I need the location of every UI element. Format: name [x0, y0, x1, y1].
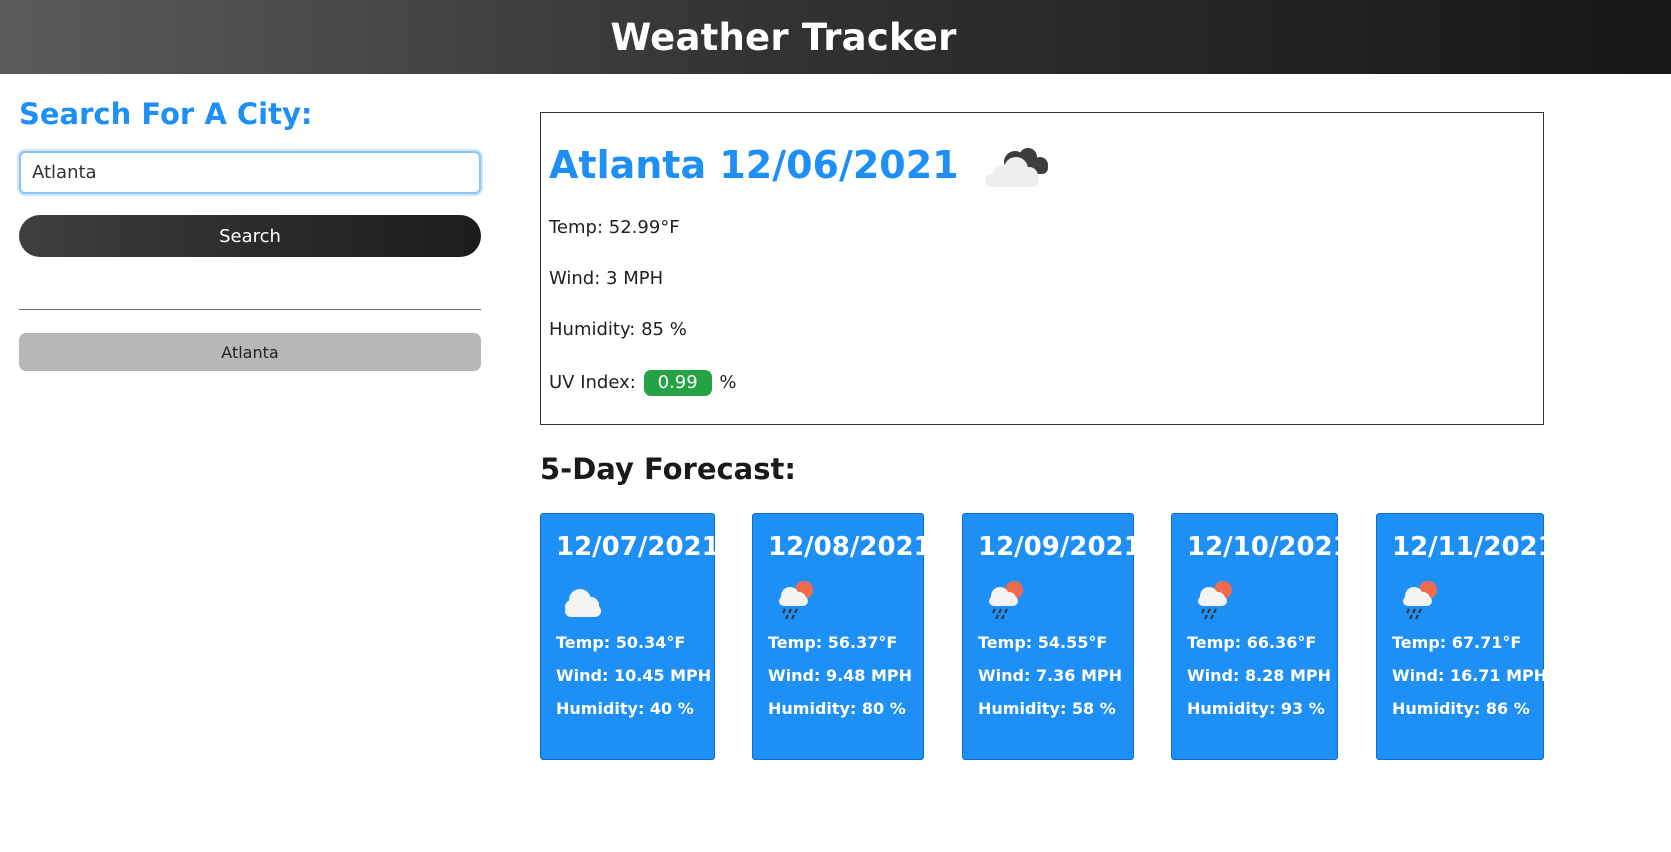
forecast-card: 12/10/2021 Temp: 66.36°F Wind: 8.28 MPH …: [1171, 513, 1351, 760]
current-temp: Temp: 52.99°F: [549, 217, 680, 238]
forecast-humidity: Humidity: 80 %: [768, 699, 906, 718]
forecast-date: 12/10/2021: [1187, 532, 1351, 562]
forecast-date: 12/07/2021: [556, 532, 720, 562]
forecast-wind: Wind: 8.28 MPH: [1187, 666, 1332, 685]
forecast-temp: Temp: 56.37°F: [768, 633, 898, 652]
uv-index-badge: 0.99: [643, 370, 712, 396]
current-wind: Wind: 3 MPH: [549, 268, 664, 289]
history-city-button[interactable]: Atlanta: [19, 333, 481, 371]
sidebar-divider: [19, 309, 481, 310]
rain-sun-icon: [989, 581, 1023, 620]
rain-sun-icon: [1403, 581, 1437, 620]
uv-label: UV Index:: [549, 372, 636, 393]
search-sidebar: Search For A City: Search Atlanta: [19, 90, 481, 371]
search-heading: Search For A City:: [19, 97, 313, 131]
current-city-date: Atlanta 12/06/2021: [549, 143, 959, 187]
forecast-card: 12/11/2021 Temp: 67.71°F Wind: 16.71 MPH…: [1376, 513, 1556, 760]
search-button[interactable]: Search: [19, 215, 481, 257]
forecast-wind: Wind: 9.48 MPH: [768, 666, 913, 685]
forecast-wind: Wind: 10.45 MPH: [556, 666, 712, 685]
forecast-card: 12/09/2021 Temp: 54.55°F Wind: 7.36 MPH …: [962, 513, 1142, 760]
forecast-temp: Temp: 54.55°F: [978, 633, 1108, 652]
forecast-heading: 5-Day Forecast:: [540, 452, 796, 486]
app-header: Weather Tracker: [0, 0, 1671, 74]
forecast-date: 12/11/2021: [1392, 532, 1556, 562]
forecast-wind: Wind: 16.71 MPH: [1392, 666, 1548, 685]
forecast-humidity: Humidity: 86 %: [1392, 699, 1530, 718]
forecast-humidity: Humidity: 40 %: [556, 699, 694, 718]
forecast-date: 12/09/2021: [978, 532, 1142, 562]
uv-unit: %: [719, 372, 737, 393]
forecast-card: 12/08/2021 Temp: 56.37°F Wind: 9.48 MPH …: [752, 513, 932, 760]
cloud-icon: [565, 589, 601, 617]
rain-sun-icon: [779, 581, 813, 620]
forecast-temp: Temp: 50.34°F: [556, 633, 686, 652]
forecast-temp: Temp: 66.36°F: [1187, 633, 1317, 652]
broken-clouds-icon: [984, 148, 1048, 187]
city-search-input[interactable]: [19, 151, 481, 194]
current-weather-panel: Atlanta 12/06/2021 Temp: 52.99°F Wind: 3…: [540, 112, 1544, 425]
forecast-temp: Temp: 67.71°F: [1392, 633, 1522, 652]
forecast-date: 12/08/2021: [768, 532, 932, 562]
rain-sun-icon: [1198, 581, 1232, 620]
forecast-humidity: Humidity: 58 %: [978, 699, 1116, 718]
current-uv-row: UV Index: 0.99 %: [549, 370, 1535, 421]
app-title: Weather Tracker: [610, 15, 957, 59]
current-humidity: Humidity: 85 %: [549, 319, 687, 340]
forecast-wind: Wind: 7.36 MPH: [978, 666, 1123, 685]
forecast-card: 12/07/2021 Temp: 50.34°F Wind: 10.45 MPH…: [540, 513, 720, 760]
forecast-humidity: Humidity: 93 %: [1187, 699, 1325, 718]
